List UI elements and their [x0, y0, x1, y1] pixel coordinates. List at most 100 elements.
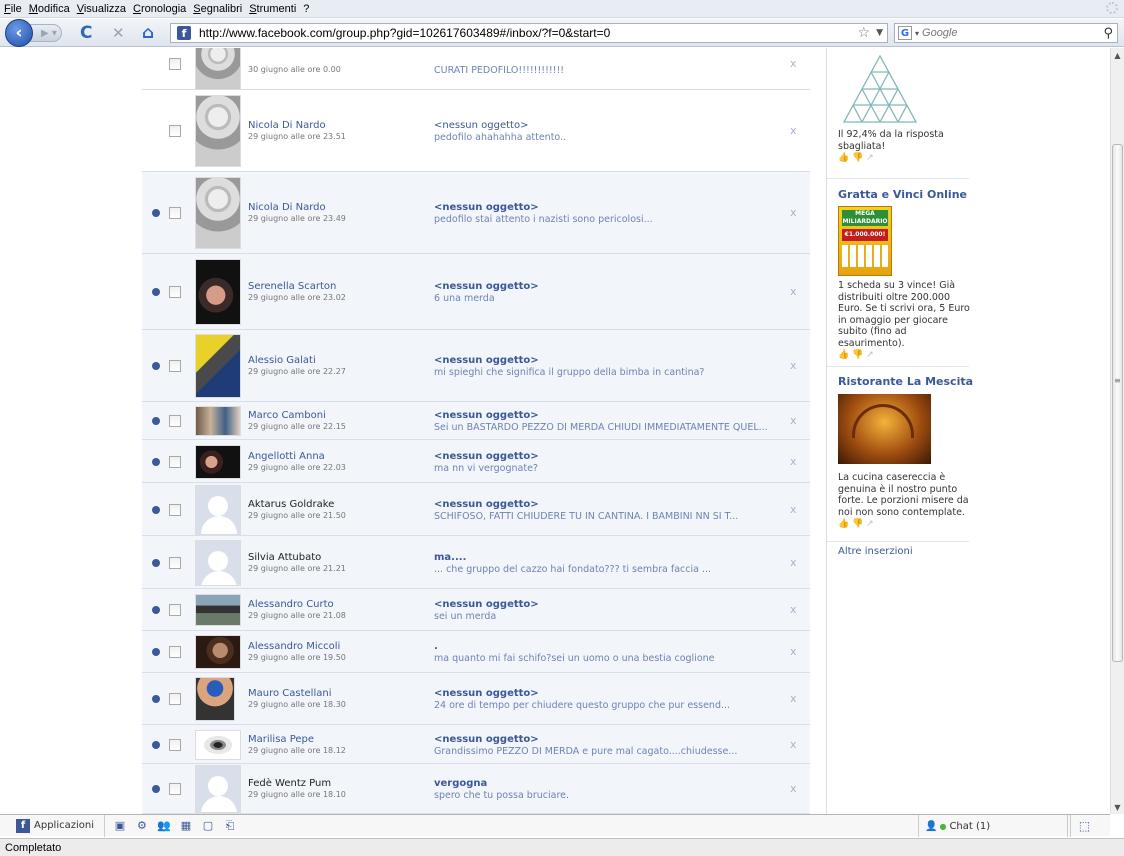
unread-dot-icon[interactable] — [152, 648, 160, 656]
unread-dot-icon[interactable] — [152, 288, 160, 296]
video-icon[interactable]: ⚙ — [135, 819, 149, 833]
ad-title[interactable]: Ristorante La Mescita — [838, 375, 973, 388]
sender-photo[interactable] — [195, 765, 241, 813]
photos-icon[interactable]: ▣ — [113, 819, 127, 833]
sender-name[interactable]: Mauro Castellani — [248, 688, 331, 699]
message-subject[interactable]: <nessun oggetto> — [434, 202, 539, 213]
sender-photo[interactable] — [195, 540, 241, 586]
message-checkbox[interactable] — [169, 207, 181, 219]
message-snippet[interactable]: 6 una merda — [434, 293, 495, 304]
sender-photo[interactable] — [195, 259, 241, 325]
reload-icon[interactable]: C — [80, 23, 92, 43]
sender-photo[interactable] — [195, 445, 241, 479]
delete-icon[interactable]: x — [790, 603, 797, 616]
delete-icon[interactable]: x — [790, 414, 797, 427]
delete-icon[interactable]: x — [790, 359, 797, 372]
sender-photo[interactable] — [195, 677, 235, 721]
sender-photo[interactable] — [195, 406, 241, 436]
search-icon[interactable]: ⚲ — [1103, 26, 1113, 41]
links-icon[interactable]: ⎗ — [223, 819, 237, 833]
message-snippet[interactable]: ma nn vi vergognate? — [434, 463, 538, 474]
unread-dot-icon[interactable] — [152, 417, 160, 425]
sender-photo[interactable] — [195, 635, 241, 669]
menu-file[interactable]: File — [4, 3, 22, 15]
menu-visualizza[interactable]: Visualizza — [77, 3, 126, 15]
message-snippet[interactable]: spero che tu possa bruciare. — [434, 790, 569, 801]
search-box[interactable]: G ▾ ⚲ — [894, 23, 1118, 43]
sender-name[interactable]: Marilisa Pepe — [248, 734, 314, 745]
unread-dot-icon[interactable] — [152, 559, 160, 567]
delete-icon[interactable]: x — [790, 645, 797, 658]
applications-button[interactable]: f Applicazioni — [0, 814, 105, 837]
groups-icon[interactable]: 👥 — [157, 819, 171, 833]
message-checkbox[interactable] — [169, 739, 181, 751]
message-subject[interactable]: vergogna — [434, 778, 487, 789]
message-snippet[interactable]: sei un merda — [434, 611, 496, 622]
menu-modifica[interactable]: Modifica — [29, 3, 70, 15]
message-checkbox[interactable] — [169, 783, 181, 795]
unread-dot-icon[interactable] — [152, 209, 160, 217]
sender-name[interactable]: Alessandro Miccoli — [248, 641, 340, 652]
delete-icon[interactable]: x — [790, 124, 797, 137]
sender-photo[interactable] — [195, 177, 241, 249]
scroll-thumb[interactable] — [1112, 144, 1123, 662]
message-row[interactable]: Nicola Di Nardo 29 giugno alle ore 23.51 <… — [142, 90, 810, 172]
delete-icon[interactable]: x — [790, 455, 797, 468]
message-snippet[interactable]: ... che gruppo del cazzo hai fondato??? … — [434, 564, 711, 575]
message-snippet[interactable]: Sei un BASTARDO PEZZO DI MERDA CHIUDI IM… — [434, 422, 768, 433]
sender-name[interactable]: Aktarus Goldrake — [248, 499, 334, 510]
menu-cronologia[interactable]: Cronologia — [133, 3, 186, 15]
engine-dropdown-icon[interactable]: ▾ — [915, 29, 919, 38]
message-row[interactable]: Alessio Galati 29 giugno alle ore 22.27 <n… — [142, 330, 810, 402]
ad-ristorante[interactable]: Ristorante La Mescita La cucina caserecc… — [827, 375, 973, 529]
ad-like-icons[interactable]: 👍 👎 ↗ — [838, 153, 969, 163]
message-row[interactable]: Aktarus Goldrake 29 giugno alle ore 21.50… — [142, 483, 810, 536]
message-row[interactable]: 30 giugno alle ore 0.00 CURATI PEDOFILO!!… — [142, 48, 810, 90]
sender-photo[interactable] — [195, 485, 241, 535]
message-snippet[interactable]: CURATI PEDOFILO!!!!!!!!!!!! — [434, 65, 564, 76]
message-snippet[interactable]: Grandissimo PEZZO DI MERDA e pure mal ca… — [434, 746, 737, 757]
message-subject[interactable]: . — [434, 641, 438, 652]
delete-icon[interactable]: x — [790, 206, 797, 219]
message-row[interactable]: Silvia Attubato 29 giugno alle ore 21.21 m… — [142, 536, 810, 589]
url-text[interactable]: http://www.facebook.com/group.php?gid=10… — [199, 26, 858, 40]
message-checkbox[interactable] — [169, 286, 181, 298]
delete-icon[interactable]: x — [790, 285, 797, 298]
delete-icon[interactable]: x — [790, 503, 797, 516]
address-bar[interactable]: f http://www.facebook.com/group.php?gid=… — [170, 23, 888, 43]
unread-dot-icon[interactable] — [152, 506, 160, 514]
delete-icon[interactable]: x — [790, 782, 797, 795]
triangle-puzzle-image[interactable] — [838, 52, 918, 126]
message-row[interactable]: Serenella Scarton 29 giugno alle ore 23.0… — [142, 254, 810, 330]
message-checkbox[interactable] — [169, 504, 181, 516]
unread-dot-icon[interactable] — [152, 458, 160, 466]
sender-photo[interactable] — [195, 334, 241, 398]
sender-photo[interactable] — [195, 48, 241, 90]
message-subject[interactable]: <nessun oggetto> — [434, 281, 539, 292]
message-snippet[interactable]: pedofilo stai attento i nazisti sono per… — [434, 214, 653, 225]
unread-dot-icon[interactable] — [152, 606, 160, 614]
menu-strumenti[interactable]: Strumenti — [249, 3, 296, 15]
sender-name[interactable]: Alessandro Curto — [248, 599, 334, 610]
sender-name[interactable]: Alessio Galati — [248, 355, 316, 366]
message-subject[interactable]: <nessun oggetto> — [434, 499, 539, 510]
stop-icon[interactable]: ✕ — [112, 23, 125, 43]
message-row[interactable]: Marco Camboni 29 giugno alle ore 22.15 <ne… — [142, 402, 810, 440]
delete-icon[interactable]: x — [790, 556, 797, 569]
ad-like-icons[interactable]: 👍 👎 ↗ — [838, 519, 969, 529]
chat-button[interactable]: 👤 ● Chat (1) — [918, 815, 1068, 837]
menu-segnalibri[interactable]: Segnalibri — [193, 3, 242, 15]
message-subject[interactable]: <nessun oggetto> — [434, 688, 539, 699]
message-row[interactable]: Marilisa Pepe 29 giugno alle ore 18.12 <ne… — [142, 725, 810, 764]
message-subject[interactable]: <nessun oggetto> — [434, 599, 539, 610]
back-button[interactable]: ‹ — [5, 19, 33, 47]
message-row[interactable]: Fedè Wentz Pum 29 giugno alle ore 18.10 ve… — [142, 764, 810, 814]
forward-button[interactable]: ▶ ▾ — [30, 24, 62, 42]
restaurant-image[interactable] — [838, 394, 931, 464]
scroll-up-icon[interactable]: ▲ — [1111, 48, 1124, 62]
sender-name[interactable]: Marco Camboni — [248, 410, 326, 421]
ad-gratta-e-vinci[interactable]: Gratta e Vinci Online MEGA MILIARDARIO €1… — [827, 188, 970, 360]
delete-icon[interactable]: x — [790, 692, 797, 705]
message-subject[interactable]: <nessun oggetto> — [434, 355, 539, 366]
calendar-icon[interactable]: ▦ — [179, 819, 193, 833]
